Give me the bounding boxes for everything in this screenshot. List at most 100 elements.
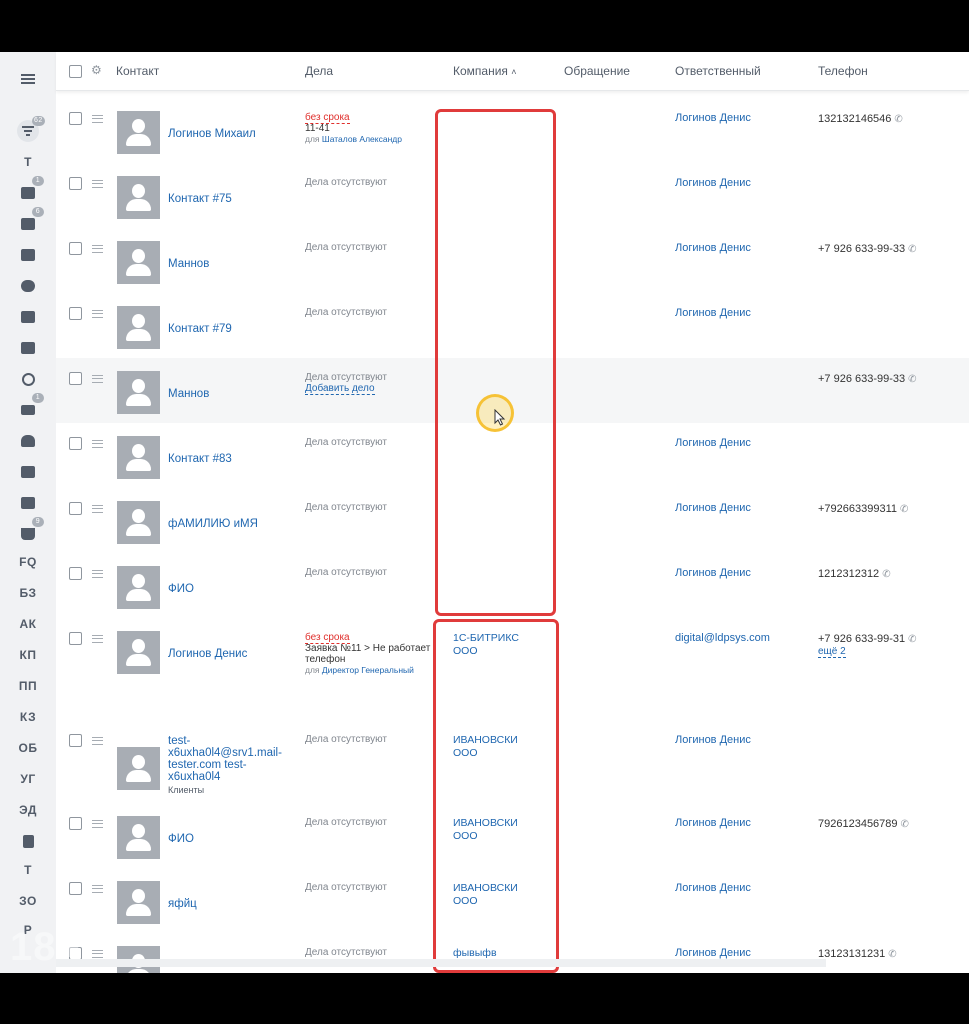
horizontal-scrollbar[interactable] <box>56 959 826 967</box>
sidebar-item-fq[interactable]: FQ <box>0 549 56 575</box>
deal-assignee-link[interactable]: Шаталов Александр <box>322 134 402 144</box>
sidebar-item-kp[interactable]: КП <box>0 642 56 668</box>
row-menu-icon[interactable] <box>92 440 103 448</box>
row-menu-icon[interactable] <box>92 505 103 513</box>
responsible-link[interactable]: Логинов Денис <box>675 817 751 829</box>
deal-assignee-link[interactable]: Директор Генеральный <box>322 665 414 675</box>
phone-cell[interactable]: 132132146546 ✆ <box>818 113 903 125</box>
row-checkbox[interactable] <box>69 632 82 645</box>
sidebar-item-clock[interactable] <box>0 366 56 392</box>
phone-call-icon[interactable]: ✆ <box>908 634 916 645</box>
deal-title[interactable]: Заявка №11 > Не работает телефон <box>305 643 445 665</box>
row-checkbox[interactable] <box>69 817 82 830</box>
sidebar-item-ak[interactable]: АК <box>0 611 56 637</box>
phone-call-icon[interactable]: ✆ <box>900 504 908 515</box>
row-checkbox[interactable] <box>69 567 82 580</box>
phone-call-icon[interactable]: ✆ <box>901 819 909 830</box>
column-appeal[interactable]: Обращение <box>564 64 630 78</box>
row-checkbox[interactable] <box>69 502 82 515</box>
responsible-link[interactable]: Логинов Денис <box>675 437 751 449</box>
responsible-link[interactable]: Логинов Денис <box>675 242 751 254</box>
sidebar-item-zo[interactable]: ЗО <box>0 888 56 914</box>
phone-cell[interactable]: +792663399311 ✆ <box>818 503 908 515</box>
row-menu-icon[interactable] <box>92 885 103 893</box>
phone-cell[interactable]: +7 926 633-99-33 ✆ <box>818 243 917 255</box>
phone-call-icon[interactable]: ✆ <box>894 114 902 125</box>
contact-name[interactable]: Логинов Михаил <box>168 128 288 140</box>
responsible-link[interactable]: Логинов Денис <box>675 567 751 579</box>
row-checkbox[interactable] <box>69 177 82 190</box>
sidebar-item-calendar[interactable] <box>0 335 56 361</box>
row-menu-icon[interactable] <box>92 115 103 123</box>
responsible-link[interactable]: Логинов Денис <box>675 112 751 124</box>
sidebar-item-mail[interactable]: 1 <box>0 393 56 423</box>
menu-burger-icon[interactable] <box>0 66 56 92</box>
row-menu-icon[interactable] <box>92 820 103 828</box>
contact-name[interactable]: test-x6uxha0l4@srv1.mail-tester.com test… <box>168 735 288 796</box>
sidebar-item-pp[interactable]: ПП <box>0 673 56 699</box>
phone-cell[interactable]: 7926123456789 ✆ <box>818 818 909 830</box>
sidebar-item-window[interactable] <box>0 459 56 485</box>
responsible-link[interactable]: Логинов Денис <box>675 947 751 959</box>
phone-call-icon[interactable]: ✆ <box>908 244 916 255</box>
responsible-link[interactable]: Логинов Денис <box>675 307 751 319</box>
responsible-link[interactable]: Логинов Денис <box>675 882 751 894</box>
deal-title[interactable]: 11-41 <box>305 123 445 134</box>
column-deals[interactable]: Дела <box>305 64 333 78</box>
add-deal-link[interactable]: Добавить дело <box>305 383 375 395</box>
row-checkbox[interactable] <box>69 372 82 385</box>
column-company[interactable]: Компания ˄ <box>453 64 517 78</box>
contact-name[interactable]: Контакт #79 <box>168 323 288 335</box>
contact-name[interactable]: фАМИЛИЮ иМЯ <box>168 518 288 530</box>
row-checkbox[interactable] <box>69 307 82 320</box>
phone-call-icon[interactable]: ✆ <box>908 374 916 385</box>
contact-name[interactable]: яфйц <box>168 898 288 910</box>
sidebar-item-list[interactable]: 1 <box>0 176 56 206</box>
select-all-checkbox[interactable] <box>69 65 82 78</box>
phone-cell[interactable]: +7 926 633-99-31 ✆ ещё 2 <box>818 633 917 658</box>
phone-cell[interactable]: 1212312312 ✆ <box>818 568 891 580</box>
sidebar-item-t[interactable]: Т <box>0 149 56 175</box>
row-checkbox[interactable] <box>69 242 82 255</box>
responsible-link[interactable]: Логинов Денис <box>675 734 751 746</box>
row-menu-icon[interactable] <box>92 950 103 958</box>
contact-name[interactable]: Логинов Денис <box>168 648 288 660</box>
row-checkbox[interactable] <box>69 734 82 747</box>
contact-name[interactable]: Маннов <box>168 388 288 400</box>
sidebar-item-group[interactable] <box>0 273 56 299</box>
phone-cell[interactable]: +7 926 633-99-33 ✆ <box>818 373 917 385</box>
column-contact[interactable]: Контакт <box>116 64 159 78</box>
row-checkbox[interactable] <box>69 112 82 125</box>
contact-name[interactable]: Контакт #75 <box>168 193 288 205</box>
sidebar-item-ug[interactable]: УГ <box>0 766 56 792</box>
sidebar-item-ed[interactable]: ЭД <box>0 797 56 823</box>
contact-name[interactable]: ФИО <box>168 833 288 845</box>
sidebar-item-document[interactable] <box>0 828 56 854</box>
column-phone[interactable]: Телефон <box>818 64 868 78</box>
sidebar-item-robot[interactable] <box>0 428 56 454</box>
contact-name[interactable]: ФИО <box>168 583 288 595</box>
row-checkbox[interactable] <box>69 437 82 450</box>
responsible-link[interactable]: Логинов Денис <box>675 502 751 514</box>
row-menu-icon[interactable] <box>92 245 103 253</box>
row-menu-icon[interactable] <box>92 737 103 745</box>
responsible-link[interactable]: Логинов Денис <box>675 177 751 189</box>
row-menu-icon[interactable] <box>92 310 103 318</box>
sidebar-item-ob[interactable]: ОБ <box>0 735 56 761</box>
settings-gear-icon[interactable]: ⚙ <box>91 63 102 77</box>
responsible-link[interactable]: digital@ldpsys.com <box>675 632 770 644</box>
filter-button[interactable]: 62 <box>0 116 56 144</box>
sidebar-item-tasks[interactable]: 6 <box>0 207 56 237</box>
phone-call-icon[interactable]: ✆ <box>882 569 890 580</box>
sidebar-item-cart[interactable]: 9 <box>0 517 56 547</box>
row-menu-icon[interactable] <box>92 180 103 188</box>
column-responsible[interactable]: Ответственный <box>675 64 761 78</box>
sidebar-item-chat[interactable] <box>0 242 56 268</box>
phone-call-icon[interactable]: ✆ <box>888 949 896 960</box>
sidebar-item-contact-card[interactable] <box>0 490 56 516</box>
row-checkbox[interactable] <box>69 882 82 895</box>
contact-name[interactable]: Контакт #83 <box>168 453 288 465</box>
phone-cell[interactable]: 13123131231 ✆ <box>818 948 897 960</box>
more-phones-link[interactable]: ещё 2 <box>818 646 846 658</box>
sidebar-item-bz[interactable]: БЗ <box>0 580 56 606</box>
